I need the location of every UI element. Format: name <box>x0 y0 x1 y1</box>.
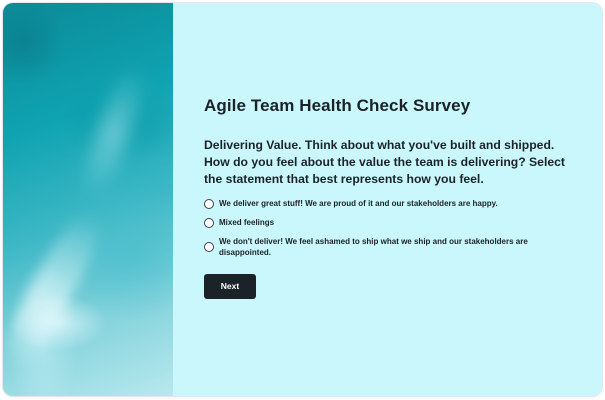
survey-window: Agile Team Health Check Survey Deliverin… <box>3 3 602 396</box>
radio-button[interactable] <box>204 198 214 209</box>
answer-option-mixed-feelings[interactable]: Mixed feelings <box>204 217 574 228</box>
hero-image <box>3 3 173 396</box>
answer-option-label: We don't deliver! We feel ashamed to shi… <box>219 237 528 257</box>
radio-button[interactable] <box>204 242 214 252</box>
answer-option-label: We deliver great stuff! We are proud of … <box>219 199 498 208</box>
answer-option-dont-deliver[interactable]: We don't deliver! We feel ashamed to shi… <box>204 236 574 258</box>
hero-light-streak-secondary <box>74 62 152 204</box>
answer-options: We deliver great stuff! We are proud of … <box>204 198 574 258</box>
question-text: Delivering Value. Think about what you'v… <box>204 138 565 186</box>
hero-light-streak <box>3 203 111 373</box>
next-button[interactable]: Next <box>204 274 256 299</box>
answer-option-label: Mixed feelings <box>219 218 275 227</box>
answer-option-deliver-great[interactable]: We deliver great stuff! We are proud of … <box>204 198 574 209</box>
survey-title: Agile Team Health Check Survey <box>204 96 471 115</box>
survey-content: Agile Team Health Check Survey Deliverin… <box>204 96 574 299</box>
survey-panel: Agile Team Health Check Survey Deliverin… <box>173 3 602 396</box>
radio-button[interactable] <box>204 217 214 228</box>
